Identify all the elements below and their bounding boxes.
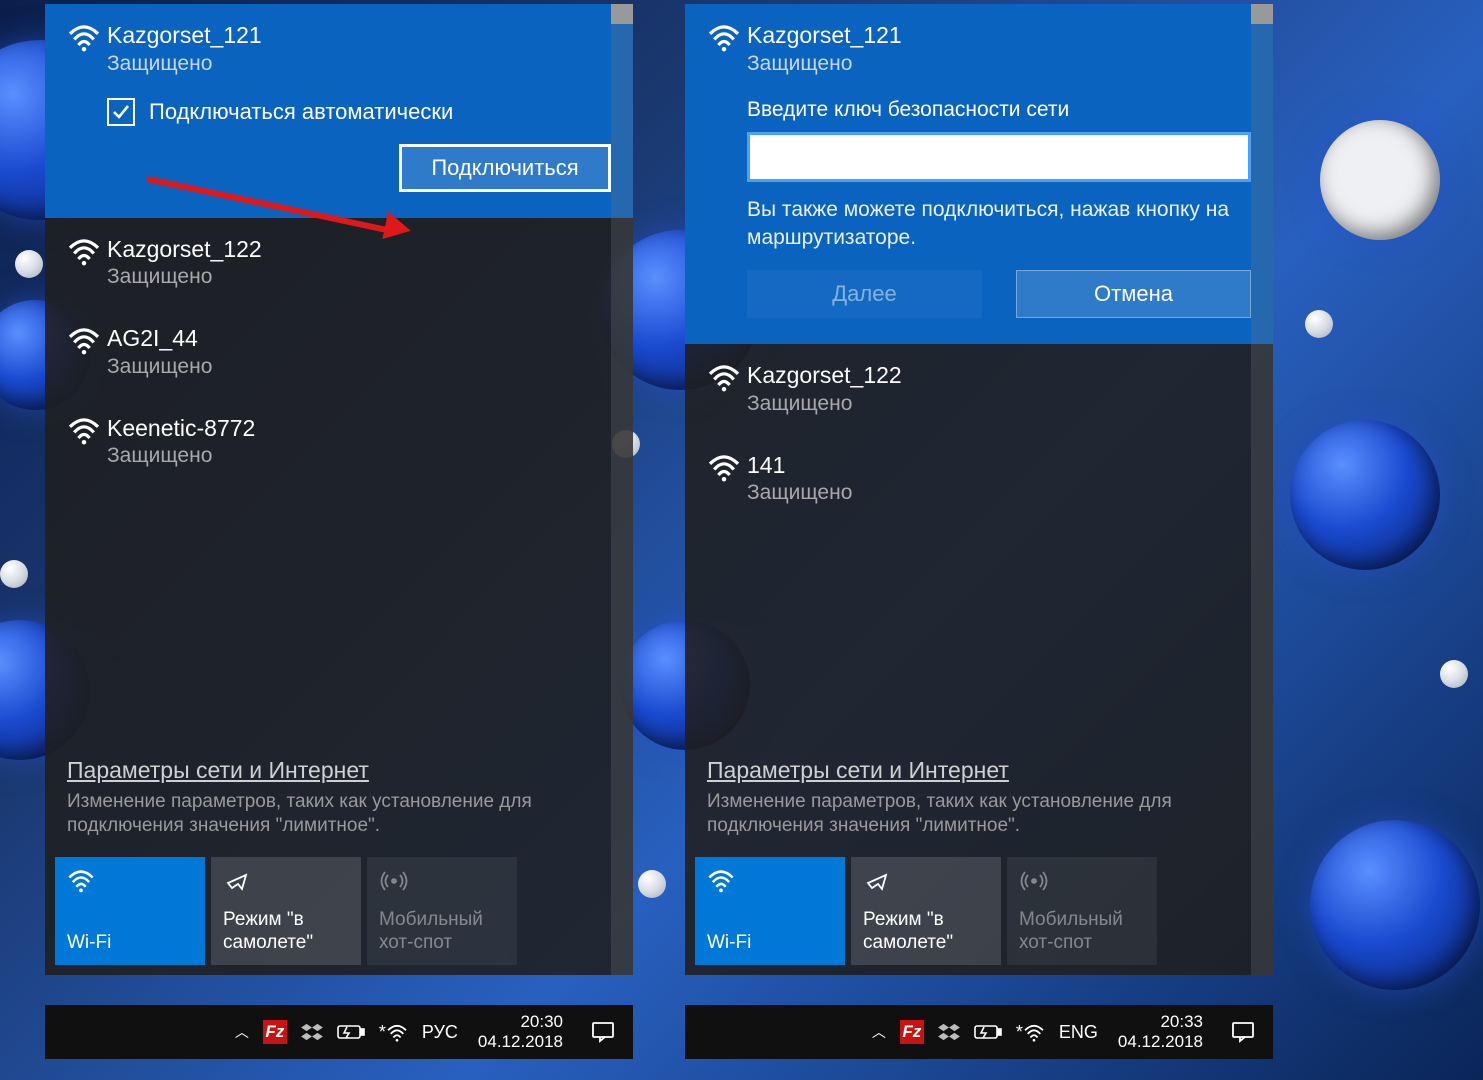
network-item-selected[interactable]: Kazgorset_121 Защищено Введите ключ безо…	[685, 4, 1273, 344]
wifi-icon	[61, 22, 107, 52]
tray-overflow-icon[interactable]: ︿	[872, 1022, 886, 1042]
wps-hint: Вы также можете подключиться, нажав кноп…	[747, 196, 1251, 253]
filezilla-tray-icon[interactable]: Fz	[263, 1020, 287, 1044]
tile-wifi[interactable]: Wi-Fi	[695, 857, 845, 965]
clock[interactable]: 20:30 04.12.2018	[478, 1012, 563, 1051]
network-status: Защищено	[107, 265, 611, 289]
airplane-icon	[223, 867, 349, 895]
network-ssid: Kazgorset_122	[747, 362, 1251, 390]
network-item[interactable]: AG2I_44 Защищено	[45, 307, 633, 397]
hotspot-icon	[379, 867, 505, 895]
network-status: Защищено	[747, 52, 1251, 76]
network-ssid: Kazgorset_121	[747, 22, 1251, 50]
wifi-icon	[707, 867, 833, 895]
settings-desc: Изменение параметров, таких как установл…	[707, 790, 1251, 839]
network-item[interactable]: Kazgorset_122 Защищено	[45, 218, 633, 308]
wifi-tray-icon[interactable]: *	[1016, 1022, 1045, 1043]
wifi-icon	[701, 362, 747, 392]
connect-button[interactable]: Подключиться	[399, 144, 611, 192]
network-ssid: Kazgorset_122	[107, 236, 611, 264]
tile-airplane[interactable]: Режим "в самолете"	[851, 857, 1001, 965]
wifi-tray-icon[interactable]: *	[379, 1022, 408, 1043]
clock[interactable]: 20:33 04.12.2018	[1118, 1012, 1203, 1051]
network-ssid: Keenetic-8772	[107, 415, 611, 443]
network-flyout-left: Kazgorset_121 Защищено Подключаться авто…	[45, 4, 633, 1059]
network-status: Защищено	[107, 52, 611, 76]
network-item[interactable]: 141 Защищено	[685, 434, 1273, 524]
dropbox-tray-icon[interactable]	[938, 1022, 960, 1042]
tray-overflow-icon[interactable]: ︿	[235, 1022, 249, 1042]
network-item[interactable]: Keenetic-8772 Защищено	[45, 397, 633, 487]
scrollbar[interactable]	[1251, 4, 1273, 975]
settings-title[interactable]: Параметры сети и Интернет	[707, 757, 1251, 784]
network-ssid: Kazgorset_121	[107, 22, 611, 50]
battery-tray-icon[interactable]	[974, 1024, 1002, 1040]
network-ssid: 141	[747, 452, 1251, 480]
dropbox-tray-icon[interactable]	[301, 1022, 323, 1042]
wifi-icon	[61, 325, 107, 355]
wifi-icon	[61, 415, 107, 445]
settings-title[interactable]: Параметры сети и Интернет	[67, 757, 611, 784]
cancel-button[interactable]: Отмена	[1016, 270, 1251, 318]
auto-connect-checkbox[interactable]	[107, 98, 135, 126]
auto-connect-label: Подключаться автоматически	[149, 99, 453, 125]
wifi-icon	[701, 452, 747, 482]
network-settings-link[interactable]: Параметры сети и Интернет Изменение пара…	[45, 743, 633, 839]
tile-wifi[interactable]: Wi-Fi	[55, 857, 205, 965]
tile-hotspot: Мобильный хот-спот	[1007, 857, 1157, 965]
hotspot-icon	[1019, 867, 1145, 895]
wifi-icon	[701, 22, 747, 52]
network-item[interactable]: Kazgorset_122 Защищено	[685, 344, 1273, 434]
battery-tray-icon[interactable]	[337, 1024, 365, 1040]
password-input[interactable]	[747, 132, 1251, 182]
language-indicator[interactable]: ENG	[1059, 1022, 1098, 1043]
filezilla-tray-icon[interactable]: Fz	[900, 1020, 924, 1044]
taskbar: ︿ Fz * РУС 20:30 04.12.2018	[45, 1005, 633, 1059]
action-center-icon[interactable]	[585, 1014, 621, 1050]
scrollbar[interactable]	[611, 4, 633, 975]
network-item-selected[interactable]: Kazgorset_121 Защищено Подключаться авто…	[45, 4, 633, 218]
network-flyout-right: Kazgorset_121 Защищено Введите ключ безо…	[685, 4, 1273, 1059]
network-status: Защищено	[107, 355, 611, 379]
wifi-icon	[67, 867, 193, 895]
settings-desc: Изменение параметров, таких как установл…	[67, 790, 611, 839]
network-settings-link[interactable]: Параметры сети и Интернет Изменение пара…	[685, 743, 1273, 839]
network-status: Защищено	[747, 392, 1251, 416]
action-center-icon[interactable]	[1225, 1014, 1261, 1050]
network-ssid: AG2I_44	[107, 325, 611, 353]
wifi-icon	[61, 236, 107, 266]
network-status: Защищено	[107, 444, 611, 468]
language-indicator[interactable]: РУС	[422, 1022, 458, 1043]
taskbar: ︿ Fz * ENG 20:33 04.12.2018	[685, 1005, 1273, 1059]
tile-airplane[interactable]: Режим "в самолете"	[211, 857, 361, 965]
airplane-icon	[863, 867, 989, 895]
network-status: Защищено	[747, 481, 1251, 505]
password-label: Введите ключ безопасности сети	[747, 98, 1251, 122]
next-button: Далее	[747, 270, 982, 318]
tile-hotspot: Мобильный хот-спот	[367, 857, 517, 965]
